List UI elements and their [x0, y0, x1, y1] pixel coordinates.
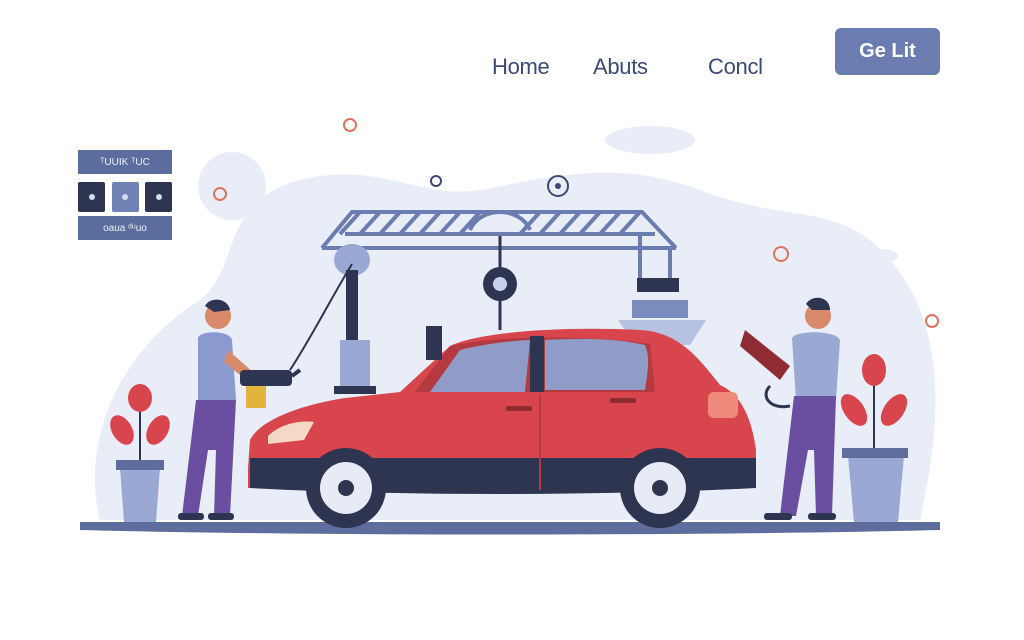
decor-dot-icon: [343, 118, 357, 132]
lift-post: [346, 270, 358, 345]
lift-plate: [632, 300, 688, 318]
decor-dot-icon: [925, 314, 939, 328]
cloud-shape-2: [862, 249, 898, 263]
drill-tool-icon: [240, 370, 292, 386]
decor-dot-icon: [430, 175, 442, 187]
lift-hook-block: [637, 278, 679, 292]
cloud-shape: [605, 126, 695, 154]
ground-line: [80, 522, 940, 535]
decor-ring-icon: [555, 183, 561, 189]
backdrop-circle-small: [198, 152, 266, 220]
hero-illustration: [80, 118, 940, 535]
